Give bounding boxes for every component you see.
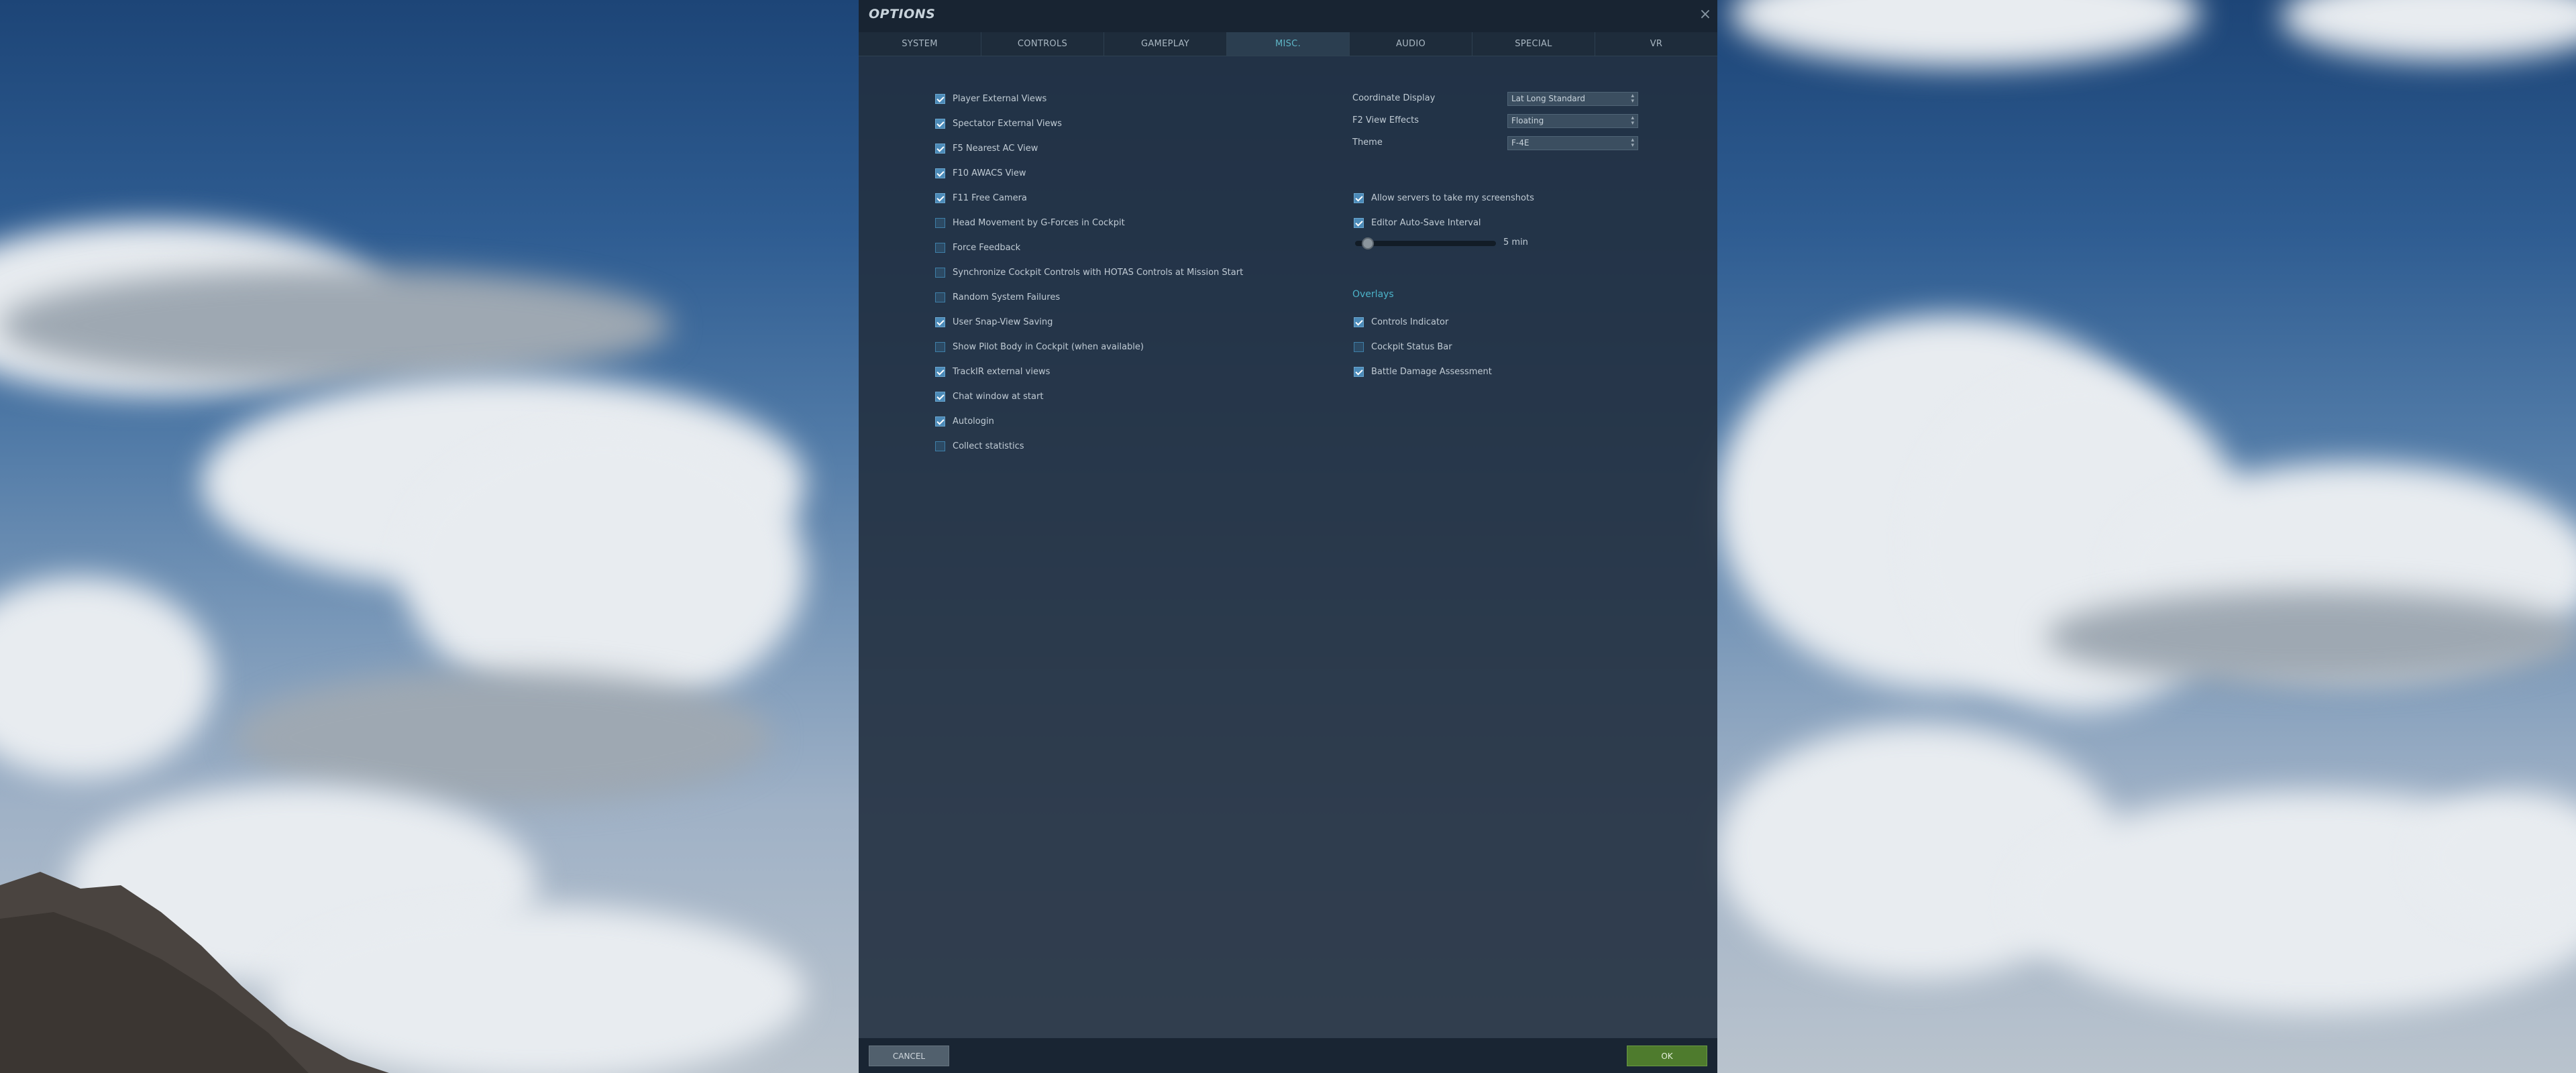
option-trackir-external-views[interactable]: TrackIR external views bbox=[935, 364, 1050, 379]
auto-save-slider-value: 5 min bbox=[1503, 237, 1528, 247]
option-label: Collect statistics bbox=[953, 441, 1024, 451]
option-user-snap-view-saving[interactable]: User Snap-View Saving bbox=[935, 315, 1053, 329]
option-label: F10 AWACS View bbox=[953, 168, 1026, 178]
option-label: F5 Nearest AC View bbox=[953, 143, 1038, 154]
option-label: Force Feedback bbox=[953, 242, 1021, 253]
auto-save-slider-handle[interactable] bbox=[1362, 237, 1374, 249]
title-bar: OPTIONS × bbox=[859, 0, 1717, 32]
option-f5-nearest-ac-view[interactable]: F5 Nearest AC View bbox=[935, 141, 1038, 156]
option-spectator-external-views[interactable]: Spectator External Views bbox=[935, 116, 1062, 131]
option-label: Random System Failures bbox=[953, 292, 1061, 302]
select-value: Lat Long Standard bbox=[1511, 94, 1586, 103]
checkbox[interactable] bbox=[1354, 341, 1364, 352]
tab-system[interactable]: SYSTEM bbox=[859, 32, 981, 56]
checkbox[interactable] bbox=[1354, 217, 1364, 228]
option-label: F11 Free Camera bbox=[953, 192, 1027, 203]
option-head-movement-g-forces[interactable]: Head Movement by G-Forces in Cockpit bbox=[935, 215, 1125, 230]
tab-gameplay[interactable]: GAMEPLAY bbox=[1104, 32, 1227, 56]
option-f11-free-camera[interactable]: F11 Free Camera bbox=[935, 190, 1027, 205]
cancel-button[interactable]: CANCEL bbox=[869, 1046, 949, 1066]
checkbox[interactable] bbox=[935, 192, 945, 203]
coordinate-display-label: Coordinate Display bbox=[1352, 93, 1436, 103]
select-arrows-icon: ▴ ▾ bbox=[1631, 93, 1634, 105]
checkbox[interactable] bbox=[935, 143, 945, 154]
checkbox[interactable] bbox=[1354, 366, 1364, 377]
checkbox[interactable] bbox=[935, 168, 945, 178]
tab-audio[interactable]: AUDIO bbox=[1350, 32, 1472, 56]
select-arrows-icon: ▴ ▾ bbox=[1631, 137, 1634, 149]
option-cockpit-status-bar[interactable]: Cockpit Status Bar bbox=[1354, 339, 1452, 354]
option-f10-awacs-view[interactable]: F10 AWACS View bbox=[935, 166, 1026, 180]
select-value: F-4E bbox=[1511, 138, 1529, 148]
option-label: Spectator External Views bbox=[953, 118, 1062, 129]
option-label: Chat window at start bbox=[953, 391, 1044, 402]
checkbox[interactable] bbox=[935, 242, 945, 253]
tab-controls[interactable]: CONTROLS bbox=[981, 32, 1104, 56]
theme-select[interactable]: F-4E ▴ ▾ bbox=[1507, 136, 1638, 150]
option-label: Synchronize Cockpit Controls with HOTAS … bbox=[953, 267, 1244, 278]
select-value: Floating bbox=[1511, 116, 1544, 125]
tab-misc[interactable]: MISC. bbox=[1227, 32, 1350, 56]
option-collect-statistics[interactable]: Collect statistics bbox=[935, 439, 1024, 453]
option-chat-window-at-start[interactable]: Chat window at start bbox=[935, 389, 1043, 404]
checkbox[interactable] bbox=[935, 341, 945, 352]
option-editor-auto-save-interval[interactable]: Editor Auto-Save Interval bbox=[1354, 215, 1481, 230]
checkbox[interactable] bbox=[935, 441, 945, 451]
option-label: Autologin bbox=[953, 416, 994, 427]
rock-cliff bbox=[0, 872, 389, 1073]
checkbox[interactable] bbox=[935, 391, 945, 402]
f2-view-effects-label: F2 View Effects bbox=[1352, 115, 1419, 125]
option-label: Allow servers to take my screenshots bbox=[1371, 192, 1534, 203]
option-label: Head Movement by G-Forces in Cockpit bbox=[953, 217, 1125, 228]
theme-label: Theme bbox=[1352, 137, 1383, 148]
option-controls-indicator[interactable]: Controls Indicator bbox=[1354, 315, 1448, 329]
option-label: Player External Views bbox=[953, 93, 1047, 104]
options-dialog: OPTIONS × SYSTEM CONTROLS GAMEPLAY MISC.… bbox=[859, 0, 1717, 1073]
option-allow-server-screenshots[interactable]: Allow servers to take my screenshots bbox=[1354, 190, 1534, 205]
checkbox[interactable] bbox=[935, 118, 945, 129]
checkbox[interactable] bbox=[1354, 317, 1364, 327]
tab-special[interactable]: SPECIAL bbox=[1472, 32, 1595, 56]
option-player-external-views[interactable]: Player External Views bbox=[935, 91, 1046, 106]
option-autologin[interactable]: Autologin bbox=[935, 414, 994, 429]
option-force-feedback[interactable]: Force Feedback bbox=[935, 240, 1020, 255]
tab-bar: SYSTEM CONTROLS GAMEPLAY MISC. AUDIO SPE… bbox=[859, 32, 1717, 56]
option-label: Battle Damage Assessment bbox=[1371, 366, 1492, 377]
checkbox[interactable] bbox=[1354, 192, 1364, 203]
option-label: Cockpit Status Bar bbox=[1371, 341, 1452, 352]
checkbox[interactable] bbox=[935, 217, 945, 228]
option-battle-damage-assessment[interactable]: Battle Damage Assessment bbox=[1354, 364, 1492, 379]
option-synchronize-cockpit-controls[interactable]: Synchronize Cockpit Controls with HOTAS … bbox=[935, 265, 1243, 280]
select-arrows-icon: ▴ ▾ bbox=[1631, 115, 1634, 127]
dialog-footer: CANCEL OK bbox=[859, 1038, 1717, 1073]
checkbox[interactable] bbox=[935, 93, 945, 104]
f2-view-effects-select[interactable]: Floating ▴ ▾ bbox=[1507, 114, 1638, 128]
ok-button[interactable]: OK bbox=[1627, 1046, 1707, 1066]
checkbox[interactable] bbox=[935, 267, 945, 278]
checkbox[interactable] bbox=[935, 292, 945, 302]
option-label: Show Pilot Body in Cockpit (when availab… bbox=[953, 341, 1144, 352]
coordinate-display-select[interactable]: Lat Long Standard ▴ ▾ bbox=[1507, 92, 1638, 106]
checkbox[interactable] bbox=[935, 317, 945, 327]
auto-save-slider-track[interactable] bbox=[1355, 241, 1496, 246]
checkbox[interactable] bbox=[935, 366, 945, 377]
tab-vr[interactable]: VR bbox=[1595, 32, 1717, 56]
dialog-title: OPTIONS bbox=[869, 7, 936, 21]
option-label: User Snap-View Saving bbox=[953, 317, 1053, 327]
overlays-section-title: Overlays bbox=[1352, 289, 1394, 300]
option-label: Controls Indicator bbox=[1371, 317, 1449, 327]
checkbox[interactable] bbox=[935, 416, 945, 427]
option-random-system-failures[interactable]: Random System Failures bbox=[935, 290, 1060, 304]
close-icon[interactable]: × bbox=[1697, 7, 1713, 23]
option-show-pilot-body[interactable]: Show Pilot Body in Cockpit (when availab… bbox=[935, 339, 1144, 354]
option-label: Editor Auto-Save Interval bbox=[1371, 217, 1481, 228]
option-label: TrackIR external views bbox=[953, 366, 1051, 377]
